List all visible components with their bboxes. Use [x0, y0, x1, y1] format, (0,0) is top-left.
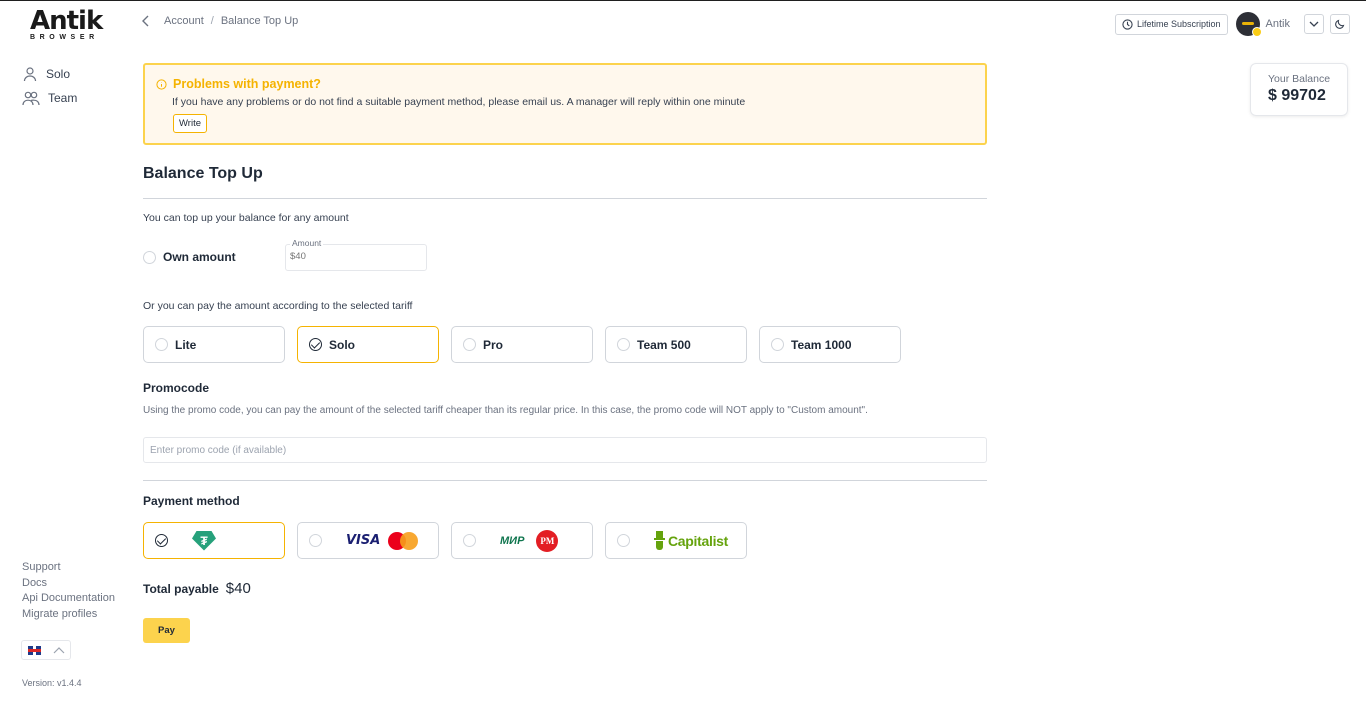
docs-link[interactable]: Docs: [22, 576, 115, 592]
antik-browser-logo[interactable]: Antik BROWSER: [28, 7, 110, 43]
tariff-solo[interactable]: Solo: [297, 326, 439, 363]
tariff-radio-checked[interactable]: [309, 338, 322, 351]
payment-radio[interactable]: [463, 534, 476, 547]
tariff-pro[interactable]: Pro: [451, 326, 593, 363]
sidebar-item-label: Solo: [46, 67, 71, 81]
clock-icon: [1122, 18, 1133, 30]
tariff-label: Lite: [175, 337, 197, 352]
sidebar-footer-links: Support Docs Api Documentation Migrate p…: [22, 560, 115, 623]
uk-flag-icon: [28, 645, 41, 655]
avatar[interactable]: [1235, 12, 1262, 37]
perfect-money-icon: PM: [536, 529, 559, 552]
tariff-team-500[interactable]: Team 500: [605, 326, 747, 363]
payment-radio[interactable]: [617, 534, 630, 547]
header-actions: Lifetime Subscription Antik: [1114, 12, 1350, 37]
own-amount-radio[interactable]: [143, 250, 156, 264]
mastercard-icon: [388, 531, 419, 550]
sidebar-item-team[interactable]: Team: [22, 89, 77, 107]
own-amount-label: Own amount: [163, 250, 236, 264]
pay-button[interactable]: Pay: [143, 618, 190, 643]
tariff-radio[interactable]: [155, 338, 168, 351]
page-title: Balance Top Up: [143, 165, 263, 182]
premium-star-icon: [1251, 27, 1262, 37]
tariff-label: Pro: [483, 337, 504, 352]
capitalist-hat-icon: [654, 530, 665, 551]
amount-field-label: Amount: [290, 238, 324, 248]
payment-radio-checked[interactable]: [155, 534, 168, 547]
promocode-title: Promocode: [143, 381, 210, 395]
breadcrumb-account[interactable]: Account: [164, 15, 204, 27]
username: Antik: [1265, 18, 1290, 30]
sidebar-item-solo[interactable]: Solo: [22, 65, 70, 83]
lifetime-subscription-button[interactable]: Lifetime Subscription: [1114, 13, 1228, 35]
payment-method-tether[interactable]: ₮: [143, 522, 285, 559]
user-icon: [23, 67, 37, 82]
info-icon: [156, 78, 167, 90]
breadcrumb-separator: /: [210, 15, 214, 27]
api-documentation-link[interactable]: Api Documentation: [22, 591, 115, 607]
version-label: Version: v1.4.4: [22, 678, 82, 688]
tariff-label: Solo: [329, 337, 355, 352]
tariff-lite[interactable]: Lite: [143, 326, 285, 363]
tariff-radio[interactable]: [617, 338, 630, 351]
write-button[interactable]: Write: [173, 114, 207, 133]
promocode-note: Using the promo code, you can pay the am…: [143, 405, 868, 416]
tariff-options: Lite Solo Pro Team 500 Team 1000: [143, 326, 913, 363]
breadcrumb: Account / Balance Top Up: [142, 15, 298, 27]
alert-title-text: Problems with payment?: [173, 77, 321, 91]
user-menu-button[interactable]: [1304, 14, 1324, 34]
payment-method-visa-mastercard[interactable]: VISA: [297, 522, 439, 559]
avatar-glasses: [1241, 22, 1254, 25]
theme-toggle-button[interactable]: [1330, 14, 1350, 34]
tariff-radio[interactable]: [463, 338, 476, 351]
payment-method-mir-pm[interactable]: МИР PM: [451, 522, 593, 559]
own-amount-option[interactable]: Own amount: [143, 250, 236, 264]
mir-logo: МИР: [500, 534, 525, 547]
capitalist-logo: Capitalist: [654, 530, 729, 551]
migrate-profiles-link[interactable]: Migrate profiles: [22, 607, 115, 623]
divider: [143, 198, 987, 199]
support-link[interactable]: Support: [22, 560, 115, 576]
balance-value: $ 99702: [1268, 87, 1326, 104]
payment-radio[interactable]: [309, 534, 322, 547]
logo-subtitle: BROWSER: [30, 34, 99, 41]
payment-method-title: Payment method: [143, 494, 240, 508]
lifetime-subscription-label: Lifetime Subscription: [1136, 19, 1221, 29]
chevron-up-icon: [53, 647, 65, 654]
chevron-down-icon: [1309, 21, 1319, 27]
amount-field[interactable]: Amount: [285, 238, 427, 271]
balance-card: Your Balance $ 99702: [1250, 63, 1348, 116]
visa-logo: VISA: [346, 533, 381, 548]
promocode-input[interactable]: [143, 437, 987, 463]
language-selector[interactable]: [21, 640, 71, 660]
alert-title: Problems with payment?: [156, 77, 321, 91]
tariff-intro: Or you can pay the amount according to t…: [143, 300, 413, 312]
tariff-team-1000[interactable]: Team 1000: [759, 326, 901, 363]
divider: [143, 480, 987, 481]
moon-icon: [1335, 19, 1345, 29]
total-payable-label: Total payable: [143, 582, 219, 596]
tariff-label: Team 1000: [791, 337, 852, 352]
total-payable-value: $40: [225, 580, 251, 597]
tariff-radio[interactable]: [771, 338, 784, 351]
tether-icon: ₮: [192, 530, 216, 551]
tariff-label: Team 500: [637, 337, 691, 352]
top-up-intro: You can top up your balance for any amou…: [143, 212, 349, 224]
amount-input[interactable]: [290, 251, 420, 262]
payment-problems-alert: Problems with payment? If you have any p…: [143, 63, 987, 145]
users-icon: [22, 91, 40, 106]
alert-message: If you have any problems or do not find …: [172, 96, 746, 108]
capitalist-name: Capitalist: [668, 532, 729, 549]
balance-label: Your Balance: [1268, 73, 1331, 85]
chevron-left-icon[interactable]: [142, 15, 150, 27]
sidebar-item-label: Team: [48, 91, 78, 105]
payment-method-capitalist[interactable]: Capitalist: [605, 522, 747, 559]
payment-methods: ₮ VISA МИР PM Capitalist: [143, 522, 759, 559]
breadcrumb-current: Balance Top Up: [220, 15, 299, 27]
logo-wordmark: Antik: [30, 6, 103, 36]
sidebar: Antik BROWSER Solo Team Support Docs Api…: [0, 1, 130, 714]
total-payable: Total payable $40: [143, 580, 251, 597]
